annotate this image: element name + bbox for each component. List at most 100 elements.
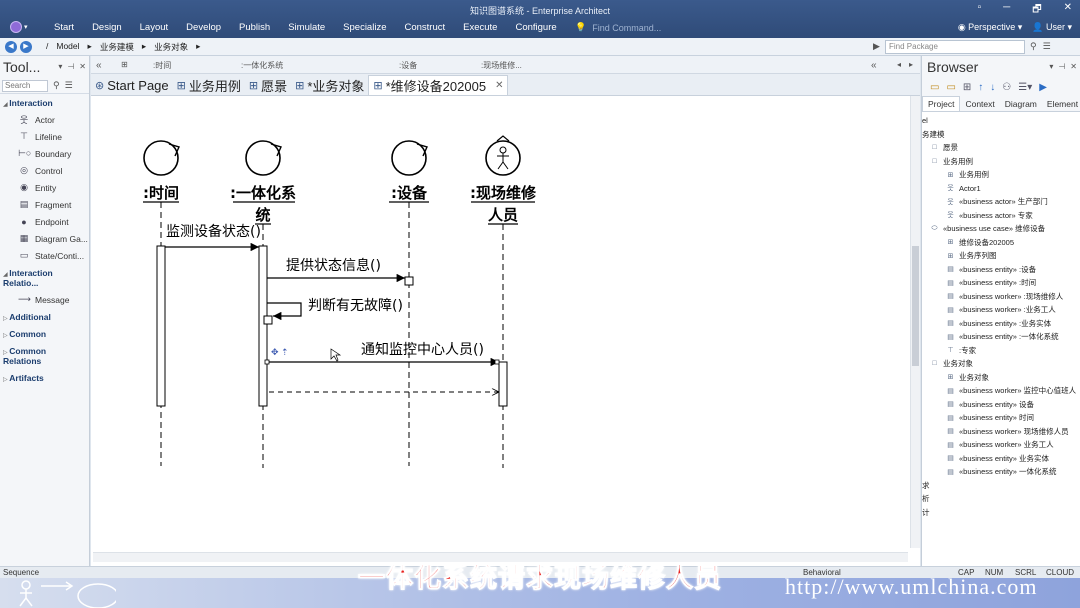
move-up-icon[interactable]: ↑: [978, 82, 983, 93]
menu-item-develop[interactable]: Develop: [177, 22, 230, 33]
tree-item[interactable]: ⊞ 业务用例: [922, 168, 1080, 182]
toolbox-item-lifeline[interactable]: ⊤ Lifeline: [0, 128, 89, 145]
tree-item[interactable]: ▤ «business worker» 业务工人: [922, 438, 1080, 452]
toolbox-section-2[interactable]: ◢ Interaction Relatio...: [0, 264, 89, 291]
minimize-icon[interactable]: ─: [1003, 2, 1010, 19]
menu-icon[interactable]: ☰: [1043, 41, 1051, 52]
properties-icon[interactable]: ⚇: [1002, 82, 1011, 93]
toolbox-section-5[interactable]: ▷ Common Relations: [0, 342, 89, 369]
message-provide-status[interactable]: 提供状态信息(): [267, 257, 405, 283]
close-icon[interactable]: ✕: [1070, 62, 1077, 71]
menu-item-simulate[interactable]: Simulate: [279, 22, 334, 33]
tree-item[interactable]: □ 愿景: [922, 141, 1080, 155]
menu-item-configure[interactable]: Configure: [506, 22, 565, 33]
toolbox-item-actor[interactable]: 웃 Actor: [0, 111, 89, 128]
toolbox-section-3[interactable]: ▷ Additional: [0, 308, 89, 325]
back-icon[interactable]: ◀: [5, 40, 17, 53]
find-package-input[interactable]: Find Package: [885, 40, 1025, 54]
toolbox-search-input[interactable]: Search: [2, 79, 48, 92]
browser-tab-diagram[interactable]: Diagram: [1000, 97, 1042, 111]
menu-item-design[interactable]: Design: [83, 22, 131, 33]
toolbox-item-boundary[interactable]: ⊢○ Boundary: [0, 145, 89, 162]
tree-item[interactable]: ▤ «business entity» 一体化系统: [922, 465, 1080, 479]
toolbox-item-message[interactable]: ⟶ Message: [0, 291, 89, 308]
tree-item[interactable]: ▤ «business worker» 现场维修人员: [922, 425, 1080, 439]
tab-4[interactable]: ⊞ *业务对象: [291, 75, 368, 95]
breadcrumb-item[interactable]: /: [46, 41, 48, 53]
message-notify-center[interactable]: 通知监控中心人员() ✥ ⇡: [264, 341, 500, 367]
scroll-right-icon[interactable]: ▸: [909, 60, 913, 69]
browser-tab-context[interactable]: Context: [960, 97, 999, 111]
new-package-icon[interactable]: ▭: [930, 82, 939, 93]
toolbox-item-control[interactable]: ◎ Control: [0, 162, 89, 179]
close-tab-icon[interactable]: ✕: [495, 80, 503, 91]
lifeline-integrated-system[interactable]: :一体化系 统: [230, 140, 296, 468]
menu-item-specialize[interactable]: Specialize: [334, 22, 395, 33]
breadcrumb-item[interactable]: Model: [56, 41, 79, 53]
dropdown-icon[interactable]: ▾: [1049, 62, 1053, 71]
pin-icon[interactable]: ⊣: [67, 62, 74, 71]
tree-item[interactable]: ▤ «business entity» :一体化系统: [922, 330, 1080, 344]
tab-1[interactable]: ⊛ Start Page: [91, 75, 173, 95]
breadcrumb-item[interactable]: 业务对象: [154, 41, 188, 53]
tree-item[interactable]: ⊞ 业务对象: [922, 371, 1080, 385]
tree-item[interactable]: 웃 «business actor» 生产部门: [922, 195, 1080, 209]
tree-item[interactable]: ▤ «business worker» :业务工人: [922, 303, 1080, 317]
find-package-go-icon[interactable]: ▶: [873, 41, 880, 52]
close-window-icon[interactable]: ✕: [1064, 2, 1072, 19]
tab-5[interactable]: ⊞ *维修设备202005 ✕: [368, 75, 509, 95]
app-logo-icon[interactable]: ▾: [10, 20, 32, 34]
maximize-icon[interactable]: 🗗: [1032, 2, 1041, 19]
browser-tab-project[interactable]: Project: [922, 96, 961, 111]
tree-item[interactable]: ⊞ 维修设备202005: [922, 236, 1080, 250]
tree-item[interactable]: ▤ «business entity» :设备: [922, 263, 1080, 277]
tree-item[interactable]: ▤ «business worker» 监控中心值班人: [922, 384, 1080, 398]
browser-tab-element[interactable]: Element: [1042, 97, 1080, 111]
tab-3[interactable]: ⊞ 愿景: [245, 75, 291, 95]
menu-icon[interactable]: ☰▾: [1018, 82, 1032, 93]
tab-2[interactable]: ⊞ 业务用例: [173, 75, 245, 95]
scroll-left-icon[interactable]: ◂: [897, 60, 901, 69]
toolbox-section-1[interactable]: ◢ Interaction: [0, 94, 89, 111]
tree-item[interactable]: □ 业务对象: [922, 357, 1080, 371]
tree-item[interactable]: ⊞ 业务序列图: [922, 249, 1080, 263]
move-down-icon[interactable]: ↓: [990, 82, 995, 93]
message-edit-icon[interactable]: ✥ ⇡: [271, 347, 289, 357]
message-monitor-device[interactable]: 监测设备状态(): [165, 223, 261, 252]
menu-item-start[interactable]: Start: [45, 22, 83, 33]
message-check-fault[interactable]: 判断有无故障(): [267, 298, 403, 321]
perspective-button[interactable]: ◉ Perspective ▾: [958, 22, 1022, 33]
collapse-left-icon[interactable]: «: [96, 60, 102, 71]
pin-icon[interactable]: ⊣: [1058, 62, 1065, 71]
search-icon[interactable]: ⚲: [53, 80, 60, 91]
expand-icon[interactable]: ▶: [1039, 82, 1047, 93]
toolbox-section-4[interactable]: ▷ Common: [0, 325, 89, 342]
sequence-diagram-canvas[interactable]: :时间 :一体化系 统 :设备:现场维修 人员 监测设备状态() 提供状态信息…: [93, 96, 908, 548]
menu-item-execute[interactable]: Execute: [454, 22, 506, 33]
menu-item-publish[interactable]: Publish: [230, 22, 279, 33]
tree-item[interactable]: 析: [922, 492, 1080, 506]
toolbox-section-6[interactable]: ▷ Artifacts: [0, 369, 89, 386]
tree-item[interactable]: ▤ «business entity» :时间: [922, 276, 1080, 290]
tree-item[interactable]: ▤ «business entity» 设备: [922, 398, 1080, 412]
close-icon[interactable]: ✕: [79, 62, 86, 71]
toolbox-item-state-conti[interactable]: ▭ State/Conti...: [0, 247, 89, 264]
collapse-right-icon[interactable]: «: [871, 60, 877, 71]
dropdown-icon[interactable]: ▾: [58, 62, 62, 71]
tree-item[interactable]: ▤ «business entity» 业务实体: [922, 452, 1080, 466]
find-command-input[interactable]: Find Command...: [592, 23, 661, 33]
user-button[interactable]: 👤 User ▾: [1032, 22, 1072, 33]
search-icon[interactable]: ⚲: [1030, 41, 1037, 52]
tree-item[interactable]: ⊤:专家: [922, 344, 1080, 358]
menu-item-layout[interactable]: Layout: [131, 22, 178, 33]
toolbox-item-fragment[interactable]: ▤ Fragment: [0, 196, 89, 213]
tree-item[interactable]: ▤ «business entity» 时间: [922, 411, 1080, 425]
tree-item[interactable]: 웃 «business actor» 专家: [922, 209, 1080, 223]
tree-item[interactable]: □ 业务用例: [922, 155, 1080, 169]
toolbox-item-entity[interactable]: ◉ Entity: [0, 179, 89, 196]
find-command[interactable]: 💡 Find Command...: [575, 22, 661, 33]
menu-item-construct[interactable]: Construct: [395, 22, 454, 33]
toolbox-item-diagram-ga[interactable]: ▦ Diagram Ga...: [0, 230, 89, 247]
toolbox-item-endpoint[interactable]: ● Endpoint: [0, 213, 89, 230]
tree-item[interactable]: ⬭ «business use case» 维修设备: [922, 222, 1080, 236]
